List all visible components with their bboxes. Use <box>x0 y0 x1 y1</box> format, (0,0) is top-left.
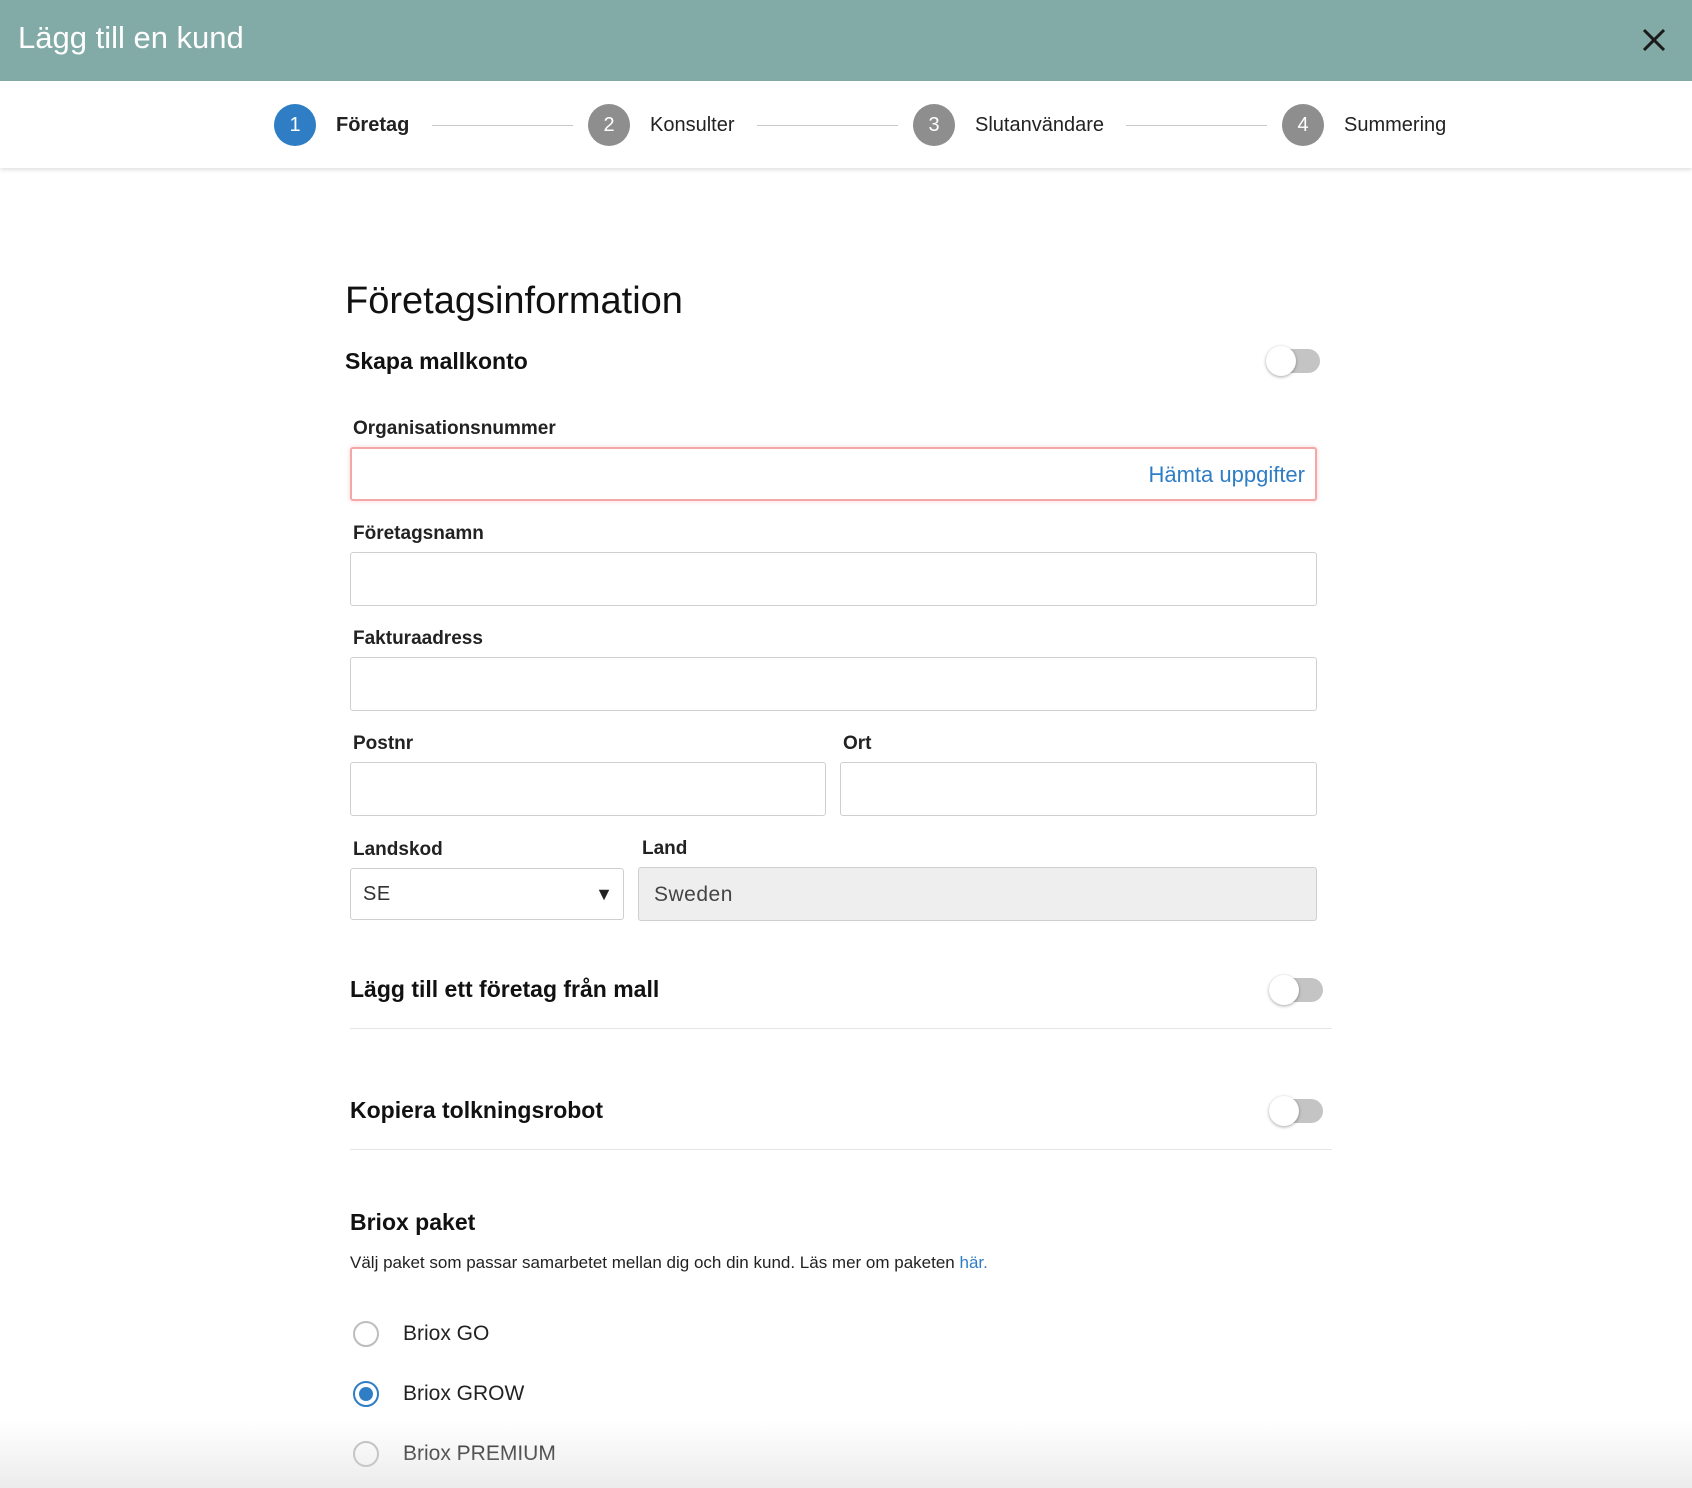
package-option-go[interactable]: Briox GO <box>353 1318 489 1350</box>
step-label: Slutanvändare <box>975 113 1104 136</box>
package-option-label: Briox PREMIUM <box>403 1442 556 1465</box>
close-icon[interactable] <box>1636 22 1672 58</box>
org-number-field[interactable]: Hämta uppgifter <box>350 447 1317 501</box>
copy-robot-toggle[interactable] <box>1269 1096 1323 1126</box>
toggle-knob <box>1266 346 1296 376</box>
caret-down-icon: ▼ <box>595 884 613 904</box>
packages-description-text: Välj paket som passar samarbetet mellan … <box>350 1253 960 1272</box>
step-konsulter[interactable]: 2 Konsulter <box>588 104 735 146</box>
step-label: Summering <box>1344 113 1447 136</box>
country-code-select[interactable]: SE ▼ <box>350 868 624 920</box>
company-name-field[interactable] <box>350 552 1317 606</box>
country-value: Sweden <box>654 883 733 906</box>
template-account-label: Skapa mallkonto <box>345 348 528 374</box>
step-slutanvandare[interactable]: 3 Slutanvändare <box>913 104 1104 146</box>
toggle-knob <box>1269 975 1299 1005</box>
city-label: Ort <box>843 733 872 754</box>
package-option-premium[interactable]: Briox PREMIUM <box>353 1438 556 1470</box>
divider <box>350 1028 1332 1029</box>
step-number: 2 <box>588 104 630 146</box>
packages-title: Briox paket <box>350 1209 476 1235</box>
postal-code-label: Postnr <box>353 733 414 754</box>
country-code-label: Landskod <box>353 839 443 860</box>
company-name-label: Företagsnamn <box>353 523 484 544</box>
packages-description: Välj paket som passar samarbetet mellan … <box>350 1253 988 1273</box>
dialog-title: Lägg till en kund <box>18 20 244 55</box>
radio-button-checked[interactable] <box>353 1381 379 1407</box>
step-connector <box>1126 125 1267 126</box>
country-field: Sweden <box>638 867 1317 921</box>
invoice-address-field[interactable] <box>350 657 1317 711</box>
add-from-template-toggle[interactable] <box>1269 975 1323 1005</box>
stepper: 1 Företag 2 Konsulter 3 Slutanvändare 4 … <box>0 81 1692 168</box>
step-number: 4 <box>1282 104 1324 146</box>
city-field[interactable] <box>840 762 1317 816</box>
org-number-label: Organisationsnummer <box>353 418 556 439</box>
form-content: Företagsinformation Skapa mallkonto Orga… <box>0 168 1692 1488</box>
package-option-label: Briox GROW <box>403 1382 525 1405</box>
divider <box>350 1149 1332 1150</box>
step-connector <box>432 125 573 126</box>
postal-code-field[interactable] <box>350 762 826 816</box>
step-number: 1 <box>274 104 316 146</box>
step-connector <box>757 125 898 126</box>
step-label: Konsulter <box>650 113 735 136</box>
copy-robot-label: Kopiera tolkningsrobot <box>350 1097 603 1123</box>
step-number: 3 <box>913 104 955 146</box>
fetch-details-link[interactable]: Hämta uppgifter <box>1148 462 1305 488</box>
step-foretag[interactable]: 1 Företag <box>274 104 409 146</box>
step-summering[interactable]: 4 Summering <box>1282 104 1446 146</box>
package-option-grow[interactable]: Briox GROW <box>353 1378 524 1410</box>
package-option-label: Briox GO <box>403 1322 490 1345</box>
section-title: Företagsinformation <box>345 280 683 322</box>
template-account-toggle[interactable] <box>1266 346 1320 376</box>
packages-read-more-link[interactable]: här. <box>960 1253 988 1272</box>
dialog-header: Lägg till en kund <box>0 0 1692 81</box>
step-label: Företag <box>336 113 410 136</box>
invoice-address-label: Fakturaadress <box>353 628 483 649</box>
radio-button[interactable] <box>353 1321 379 1347</box>
country-code-value: SE <box>363 883 391 905</box>
add-from-template-label: Lägg till ett företag från mall <box>350 976 660 1002</box>
radio-button[interactable] <box>353 1441 379 1467</box>
toggle-knob <box>1269 1096 1299 1126</box>
country-label: Land <box>642 838 688 859</box>
